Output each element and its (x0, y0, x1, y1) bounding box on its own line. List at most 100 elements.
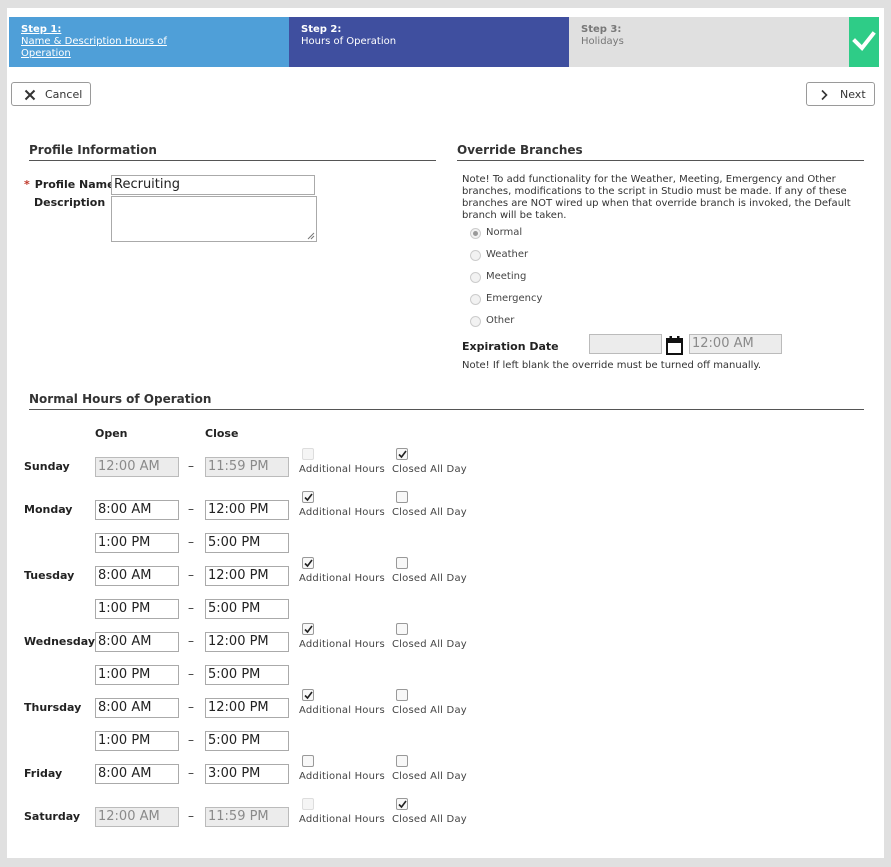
checkmark-icon (852, 31, 876, 52)
radio-other[interactable] (470, 316, 481, 327)
additional-hours-checkbox[interactable] (302, 448, 314, 460)
step-2-description: Hours of Operation (301, 36, 397, 47)
checkmark-icon (304, 559, 313, 568)
radio-weather-label[interactable]: Weather (486, 249, 528, 260)
open-time-input[interactable]: 8:00 AM (95, 698, 179, 718)
checkmark-icon (398, 450, 407, 459)
day-label: Friday (24, 767, 63, 780)
close-time-input[interactable]: 11:59 PM (205, 457, 289, 477)
closed-all-day-checkbox[interactable] (396, 798, 408, 810)
day-label: Sunday (24, 460, 70, 473)
calendar-icon[interactable] (666, 335, 683, 355)
time-separator: – (188, 766, 194, 780)
additional-hours-label: Additional Hours (299, 771, 385, 782)
radio-normal[interactable] (470, 228, 481, 239)
additional-hours-checkbox[interactable] (302, 755, 314, 767)
additional-hours-label: Additional Hours (299, 639, 385, 650)
override-section-header: Override Branches (457, 143, 864, 161)
closed-all-day-checkbox[interactable] (396, 491, 408, 503)
step-1-title[interactable]: Step 1: (21, 24, 289, 36)
override-section-title: Override Branches (457, 143, 583, 157)
day-label: Saturday (24, 810, 80, 823)
expiration-time-input[interactable]: 12:00 AM (689, 334, 782, 354)
additional-hours-label: Additional Hours (299, 464, 385, 475)
radio-other-label[interactable]: Other (486, 315, 514, 326)
next-label: Next (840, 88, 866, 101)
radio-weather[interactable] (470, 250, 481, 261)
open-time-input[interactable]: 12:00 AM (95, 457, 179, 477)
radio-meeting[interactable] (470, 272, 481, 283)
extra-open-time-input[interactable]: 1:00 PM (95, 533, 179, 553)
time-separator: – (188, 502, 194, 516)
next-button[interactable]: Next (806, 82, 875, 106)
time-separator: – (188, 667, 194, 681)
step-2-tab: Step 2: Hours of Operation (289, 17, 569, 67)
profile-name-input[interactable]: Recruiting (111, 175, 315, 195)
extra-open-time-input[interactable]: 1:00 PM (95, 665, 179, 685)
step-3-description: Holidays (581, 36, 624, 47)
closed-all-day-checkbox[interactable] (396, 557, 408, 569)
close-icon (24, 89, 36, 101)
close-column-header: Close (205, 427, 239, 440)
profile-section-header: Profile Information (29, 143, 436, 161)
open-time-input[interactable]: 8:00 AM (95, 632, 179, 652)
hours-section-header: Normal Hours of Operation (29, 392, 864, 410)
additional-hours-checkbox[interactable] (302, 491, 314, 503)
time-separator: – (188, 700, 194, 714)
additional-hours-label: Additional Hours (299, 705, 385, 716)
additional-hours-checkbox[interactable] (302, 689, 314, 701)
wizard-panel: Step 1: Name & Description Hours of Oper… (7, 8, 884, 858)
close-time-input[interactable]: 11:59 PM (205, 807, 289, 827)
additional-hours-checkbox[interactable] (302, 623, 314, 635)
closed-all-day-label: Closed All Day (392, 814, 467, 825)
step-1-tab[interactable]: Step 1: Name & Description Hours of Oper… (9, 17, 289, 67)
step-1-description[interactable]: Name & Description Hours of Operation (21, 36, 191, 60)
time-separator: – (188, 601, 194, 615)
closed-all-day-checkbox[interactable] (396, 689, 408, 701)
extra-close-time-input[interactable]: 5:00 PM (205, 533, 289, 553)
radio-meeting-label[interactable]: Meeting (486, 271, 526, 282)
open-time-input[interactable]: 8:00 AM (95, 500, 179, 520)
closed-all-day-label: Closed All Day (392, 573, 467, 584)
additional-hours-checkbox[interactable] (302, 557, 314, 569)
extra-open-time-input[interactable]: 1:00 PM (95, 599, 179, 619)
time-separator: – (188, 733, 194, 747)
extra-close-time-input[interactable]: 5:00 PM (205, 665, 289, 685)
profile-section-title: Profile Information (29, 143, 157, 157)
time-separator: – (188, 809, 194, 823)
cancel-label: Cancel (45, 88, 83, 101)
open-time-input[interactable]: 8:00 AM (95, 566, 179, 586)
radio-emergency-label[interactable]: Emergency (486, 293, 542, 304)
closed-all-day-checkbox[interactable] (396, 623, 408, 635)
close-time-input[interactable]: 12:00 PM (205, 566, 289, 586)
time-separator: – (188, 568, 194, 582)
step-3-title: Step 3: (581, 24, 622, 35)
additional-hours-label: Additional Hours (299, 507, 385, 518)
description-textarea[interactable] (111, 196, 317, 242)
expiration-date-input[interactable] (589, 334, 662, 354)
open-column-header: Open (95, 427, 128, 440)
closed-all-day-label: Closed All Day (392, 705, 467, 716)
resize-grip-icon[interactable] (307, 232, 315, 240)
day-label: Wednesday (24, 635, 96, 648)
closed-all-day-label: Closed All Day (392, 639, 467, 650)
radio-emergency[interactable] (470, 294, 481, 305)
closed-all-day-checkbox[interactable] (396, 448, 408, 460)
extra-open-time-input[interactable]: 1:00 PM (95, 731, 179, 751)
cancel-button[interactable]: Cancel (11, 82, 91, 106)
radio-normal-label[interactable]: Normal (486, 227, 522, 238)
close-time-input[interactable]: 12:00 PM (205, 500, 289, 520)
open-time-input[interactable]: 8:00 AM (95, 764, 179, 784)
expiration-note: Note! If left blank the override must be… (462, 360, 762, 371)
close-time-input[interactable]: 12:00 PM (205, 698, 289, 718)
open-time-input[interactable]: 12:00 AM (95, 807, 179, 827)
step-3-tab: Step 3: Holidays (569, 17, 849, 67)
additional-hours-checkbox[interactable] (302, 798, 314, 810)
extra-close-time-input[interactable]: 5:00 PM (205, 731, 289, 751)
close-time-input[interactable]: 3:00 PM (205, 764, 289, 784)
wizard-complete-indicator (849, 17, 879, 67)
closed-all-day-checkbox[interactable] (396, 755, 408, 767)
close-time-input[interactable]: 12:00 PM (205, 632, 289, 652)
day-label: Monday (24, 503, 73, 516)
extra-close-time-input[interactable]: 5:00 PM (205, 599, 289, 619)
